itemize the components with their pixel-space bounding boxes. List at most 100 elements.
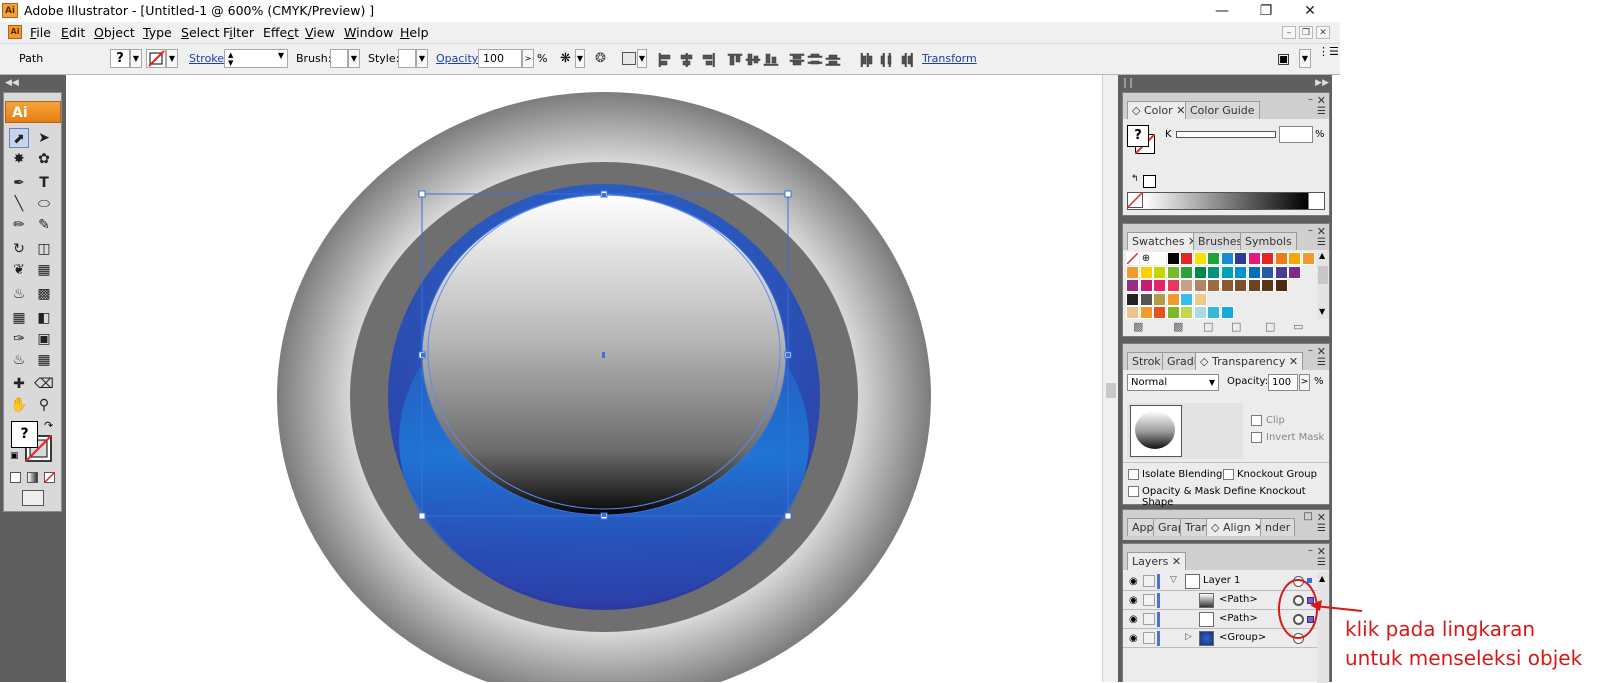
eraser-tool-icon[interactable]: ⌫ [34,374,54,394]
none-mode-icon[interactable] [43,471,56,486]
doc-restore-icon[interactable]: ❐ [1299,26,1313,39]
panel-expand-icon[interactable]: □ [1304,511,1313,522]
menu-object[interactable]: Object [94,25,135,40]
new-color-group-icon[interactable]: □ [1231,320,1241,333]
tab-layers[interactable]: Layers ✕ [1127,552,1187,570]
color-swatch[interactable] [1301,252,1315,265]
vertical-scrollbar[interactable] [1102,75,1118,682]
lock-toggle[interactable] [1143,575,1155,587]
menu-filter[interactable]: Filter [223,25,254,40]
stroke-swatch[interactable] [146,49,166,68]
color-swatch[interactable] [1261,265,1274,279]
blend-mode-select[interactable]: Normal ▼ [1127,374,1219,391]
type-tool-icon[interactable]: T [34,173,54,193]
clip-checkbox[interactable] [1251,415,1262,426]
color-swatch[interactable] [1166,279,1180,292]
menu-file[interactable]: File [30,25,51,40]
menu-window[interactable]: Window [344,25,393,40]
layer-name[interactable]: Layer 1 [1203,575,1240,586]
object-thumbnail[interactable] [1130,405,1182,457]
tab-color-guide[interactable]: Color Guide [1185,101,1260,119]
tab-pathfinder[interactable]: nder [1260,518,1296,536]
expand-dock-icon[interactable]: ▶▶ [1315,78,1329,88]
color-swatch[interactable] [1193,252,1207,265]
color-swatch[interactable] [1288,265,1301,279]
out-of-gamut-icon[interactable]: ↰ [1131,174,1139,184]
style-swatch[interactable] [398,49,416,68]
color-swatch[interactable] [1220,265,1234,279]
lasso-tool-icon[interactable]: ✿ [34,149,54,169]
lock-toggle[interactable] [1143,632,1155,644]
color-swatch[interactable] [1139,292,1153,306]
transform-link[interactable]: Transform [922,52,977,65]
color-swatch[interactable] [1207,306,1220,319]
k-slider[interactable] [1176,131,1276,138]
doc-minimize-icon[interactable]: – [1282,26,1296,39]
path-name[interactable]: <Path> [1219,613,1258,624]
align-to-icon[interactable] [622,52,636,65]
dock-grip-icon[interactable] [1124,78,1132,88]
color-swatch[interactable] [1166,306,1180,319]
color-swatch[interactable] [1153,252,1166,265]
panel-minimize-icon[interactable]: – [1308,225,1313,236]
free-transform-tool-icon[interactable]: ▦ [34,260,54,280]
recolor-artwork-icon[interactable]: ❋ [560,51,574,66]
tab-symbols[interactable]: Symbols [1240,232,1297,250]
color-swatch[interactable] [1153,265,1166,279]
zoom-tool-icon[interactable]: ⚲ [34,395,54,415]
default-colors-icon[interactable]: ▣ [10,451,19,461]
tab-stroke[interactable]: Strok [1127,352,1166,370]
collapse-arrows-icon[interactable]: ◀◀ [5,78,19,88]
color-swatch[interactable] [1193,306,1207,319]
swatch-libraries-icon[interactable]: ▩ [1133,320,1143,333]
last-color-box[interactable] [1143,175,1156,188]
color-swatch[interactable] [1234,279,1247,292]
symbol-sprayer-tool-icon[interactable]: ♨ [9,284,29,304]
panel-menu-icon[interactable]: ☰ [1317,237,1326,248]
opacity-field[interactable]: 100 [478,49,522,68]
color-swatch[interactable] [1234,265,1247,279]
color-swatch[interactable] [1153,306,1166,319]
opacity-arrow[interactable]: > [522,49,534,68]
direct-selection-tool-icon[interactable]: ➤ [34,128,54,148]
color-swatch[interactable] [1180,252,1193,265]
color-swatch[interactable] [1139,279,1153,292]
color-swatch[interactable] [1166,265,1180,279]
path-name[interactable]: <Path> [1219,594,1258,605]
selection-tool-icon[interactable]: ⬈ [9,128,29,148]
swatch-scrollbar[interactable]: ▲ ▼ [1317,251,1329,319]
invert-mask-checkbox[interactable] [1251,432,1262,443]
warp-tool-icon[interactable]: ❦ [9,260,29,280]
fill-swatch[interactable]: ? [110,49,130,68]
color-swatch[interactable] [1139,265,1153,279]
expand-triangle-icon[interactable]: ▽ [1170,575,1177,585]
magic-wand-tool-icon[interactable]: ✸ [9,149,29,169]
color-swatch[interactable] [1274,252,1288,265]
color-swatch[interactable] [1153,292,1166,306]
color-swatch[interactable] [1274,279,1288,292]
brush-swatch[interactable] [330,49,348,68]
delete-swatch-icon[interactable]: ▭ [1293,320,1303,333]
panel-menu-icon[interactable]: ☰ [1317,557,1326,568]
doc-close-icon[interactable]: ✕ [1316,26,1330,39]
arrange-dropdown-icon[interactable]: ▼ [1299,49,1311,68]
document-icon[interactable]: Ai [8,25,22,39]
color-swatch[interactable] [1126,279,1139,292]
color-swatch[interactable] [1180,306,1193,319]
show-swatch-kinds-icon[interactable]: ▩ [1173,320,1183,333]
gradient-tool-icon[interactable]: ◧ [34,308,54,328]
fill-dropdown-icon[interactable]: ▼ [130,49,142,68]
menu-type[interactable]: Type [143,25,172,40]
color-swatch[interactable] [1247,279,1261,292]
color-swatch[interactable] [1166,292,1180,306]
scroll-thumb[interactable] [1106,383,1116,398]
color-fill-box[interactable]: ? [1127,125,1149,147]
color-swatch[interactable] [1166,252,1180,265]
brush-dropdown-icon[interactable]: ▼ [348,49,360,68]
gradient-mode-icon[interactable] [27,472,38,483]
slice-tool-icon[interactable]: ✚ [9,374,29,394]
fill-box[interactable]: ? [11,421,38,448]
stroke-weight-field[interactable]: ▲ ▼ ▼ [224,49,288,68]
opacity-label[interactable]: Opacity: [436,52,481,65]
swap-fill-stroke-icon[interactable]: ↷ [44,419,53,432]
